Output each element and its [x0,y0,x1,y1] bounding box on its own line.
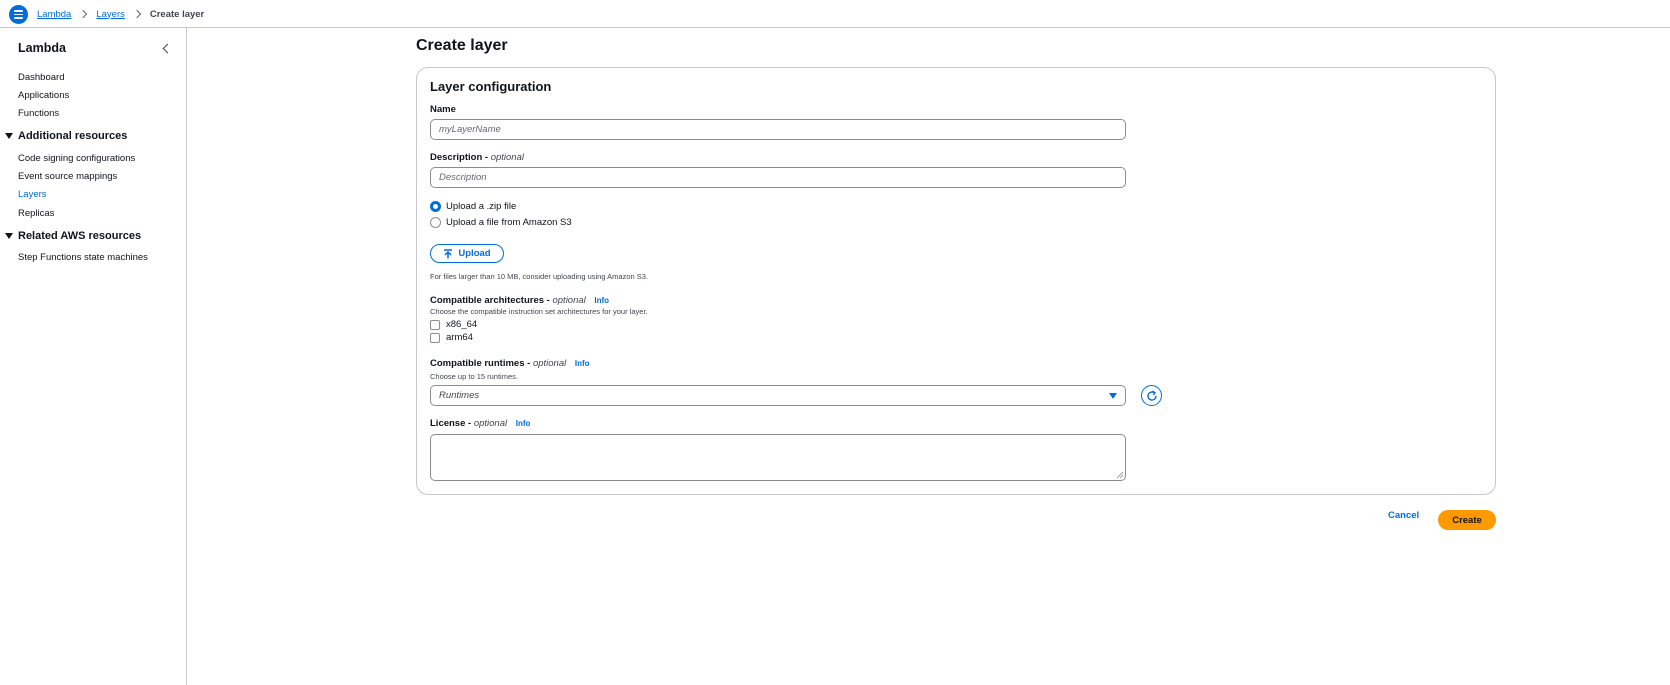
optional-tag: optional [490,152,524,163]
sidebar-item-replicas[interactable]: Replicas [18,208,54,219]
architectures-label-text: Compatible architectures - [430,295,550,306]
create-button[interactable]: Create [1438,510,1496,530]
upload-zip-option[interactable]: Upload a .zip file [430,201,516,212]
optional-tag: optional [532,358,567,369]
caret-down-icon [5,233,13,239]
breadcrumb-current: Create layer [149,8,205,20]
upload-button[interactable]: Upload [430,244,504,263]
sidebar-section-additional-resources[interactable]: Additional resources [5,130,127,142]
radio-label: Upload a .zip file [446,201,517,212]
refresh-icon [1146,389,1157,401]
checkbox-label: x86_64 [446,319,478,330]
license-label: License - optional Info [430,418,530,429]
license-textarea[interactable] [430,434,1126,481]
sidebar-item-applications[interactable]: Applications [18,90,69,101]
name-label: Name [430,104,456,115]
refresh-runtimes-button[interactable] [1141,385,1162,406]
top-bar: Lambda Layers Create layer [0,0,1670,28]
upload-icon [444,248,453,258]
name-input[interactable] [430,119,1126,140]
runtimes-hint: Choose up to 15 runtimes. [430,372,518,381]
sidebar-item-dashboard[interactable]: Dashboard [18,72,64,83]
optional-tag: optional [552,295,586,306]
license-info-link[interactable]: Info [516,419,531,428]
description-label-text: Description - [430,152,489,163]
page-title: Create layer [416,37,508,54]
description-input[interactable] [430,167,1126,188]
sidebar-section-related-aws-resources[interactable]: Related AWS resources [5,230,141,242]
layer-configuration-panel: Layer configuration Name Description - o… [416,67,1496,495]
architectures-info-link[interactable]: Info [594,296,609,305]
sidebar-item-event-source-mappings[interactable]: Event source mappings [18,171,117,182]
caret-down-icon [1109,393,1117,399]
sidebar-title: Lambda [18,41,66,55]
checkbox[interactable] [430,319,440,330]
breadcrumb-lambda[interactable]: Lambda [37,9,71,20]
upload-s3-option[interactable]: Upload a file from Amazon S3 [430,217,572,228]
runtimes-info-link[interactable]: Info [575,359,590,368]
radio-label: Upload a file from Amazon S3 [446,217,572,228]
resize-grip-icon[interactable] [1117,472,1123,478]
architecture-arm64[interactable]: arm64 [430,332,473,343]
runtimes-label-text: Compatible runtimes - [430,358,531,369]
breadcrumb: Lambda Layers Create layer [37,0,204,28]
license-label-text: License - [430,418,472,429]
runtimes-label: Compatible runtimes - optional Info [430,358,590,369]
sidebar-item-layers[interactable]: Layers [18,189,47,200]
radio-selected[interactable] [430,201,441,212]
sidebar: Lambda Dashboard Applications Functions … [0,28,187,685]
architecture-x86-64[interactable]: x86_64 [430,319,477,330]
checkbox[interactable] [430,332,440,343]
panel-title: Layer configuration [430,79,552,94]
menu-icon[interactable] [9,5,28,24]
upload-button-label: Upload [458,248,491,259]
checkbox-label: arm64 [446,332,473,343]
sidebar-item-functions[interactable]: Functions [18,108,59,119]
sidebar-item-step-functions[interactable]: Step Functions state machines [18,252,148,263]
breadcrumb-layers[interactable]: Layers [96,9,125,20]
sidebar-section-label: Additional resources [18,130,128,142]
runtimes-placeholder: Runtimes [439,390,480,401]
runtimes-select[interactable]: Runtimes [430,385,1126,406]
cancel-button[interactable]: Cancel [1388,510,1419,521]
radio-unselected[interactable] [430,217,441,228]
architectures-hint: Choose the compatible instruction set ar… [430,307,648,316]
sidebar-section-label: Related AWS resources [18,230,142,242]
caret-down-icon [5,133,13,139]
chevron-right-icon [79,9,88,19]
upload-hint: For files larger than 10 MB, consider up… [430,272,649,281]
description-label: Description - optional [430,152,524,163]
collapse-sidebar-icon[interactable] [161,43,171,53]
sidebar-item-code-signing[interactable]: Code signing configurations [18,153,135,164]
architectures-label: Compatible architectures - optional Info [430,295,609,306]
chevron-right-icon [132,9,142,19]
optional-tag: optional [473,418,508,429]
